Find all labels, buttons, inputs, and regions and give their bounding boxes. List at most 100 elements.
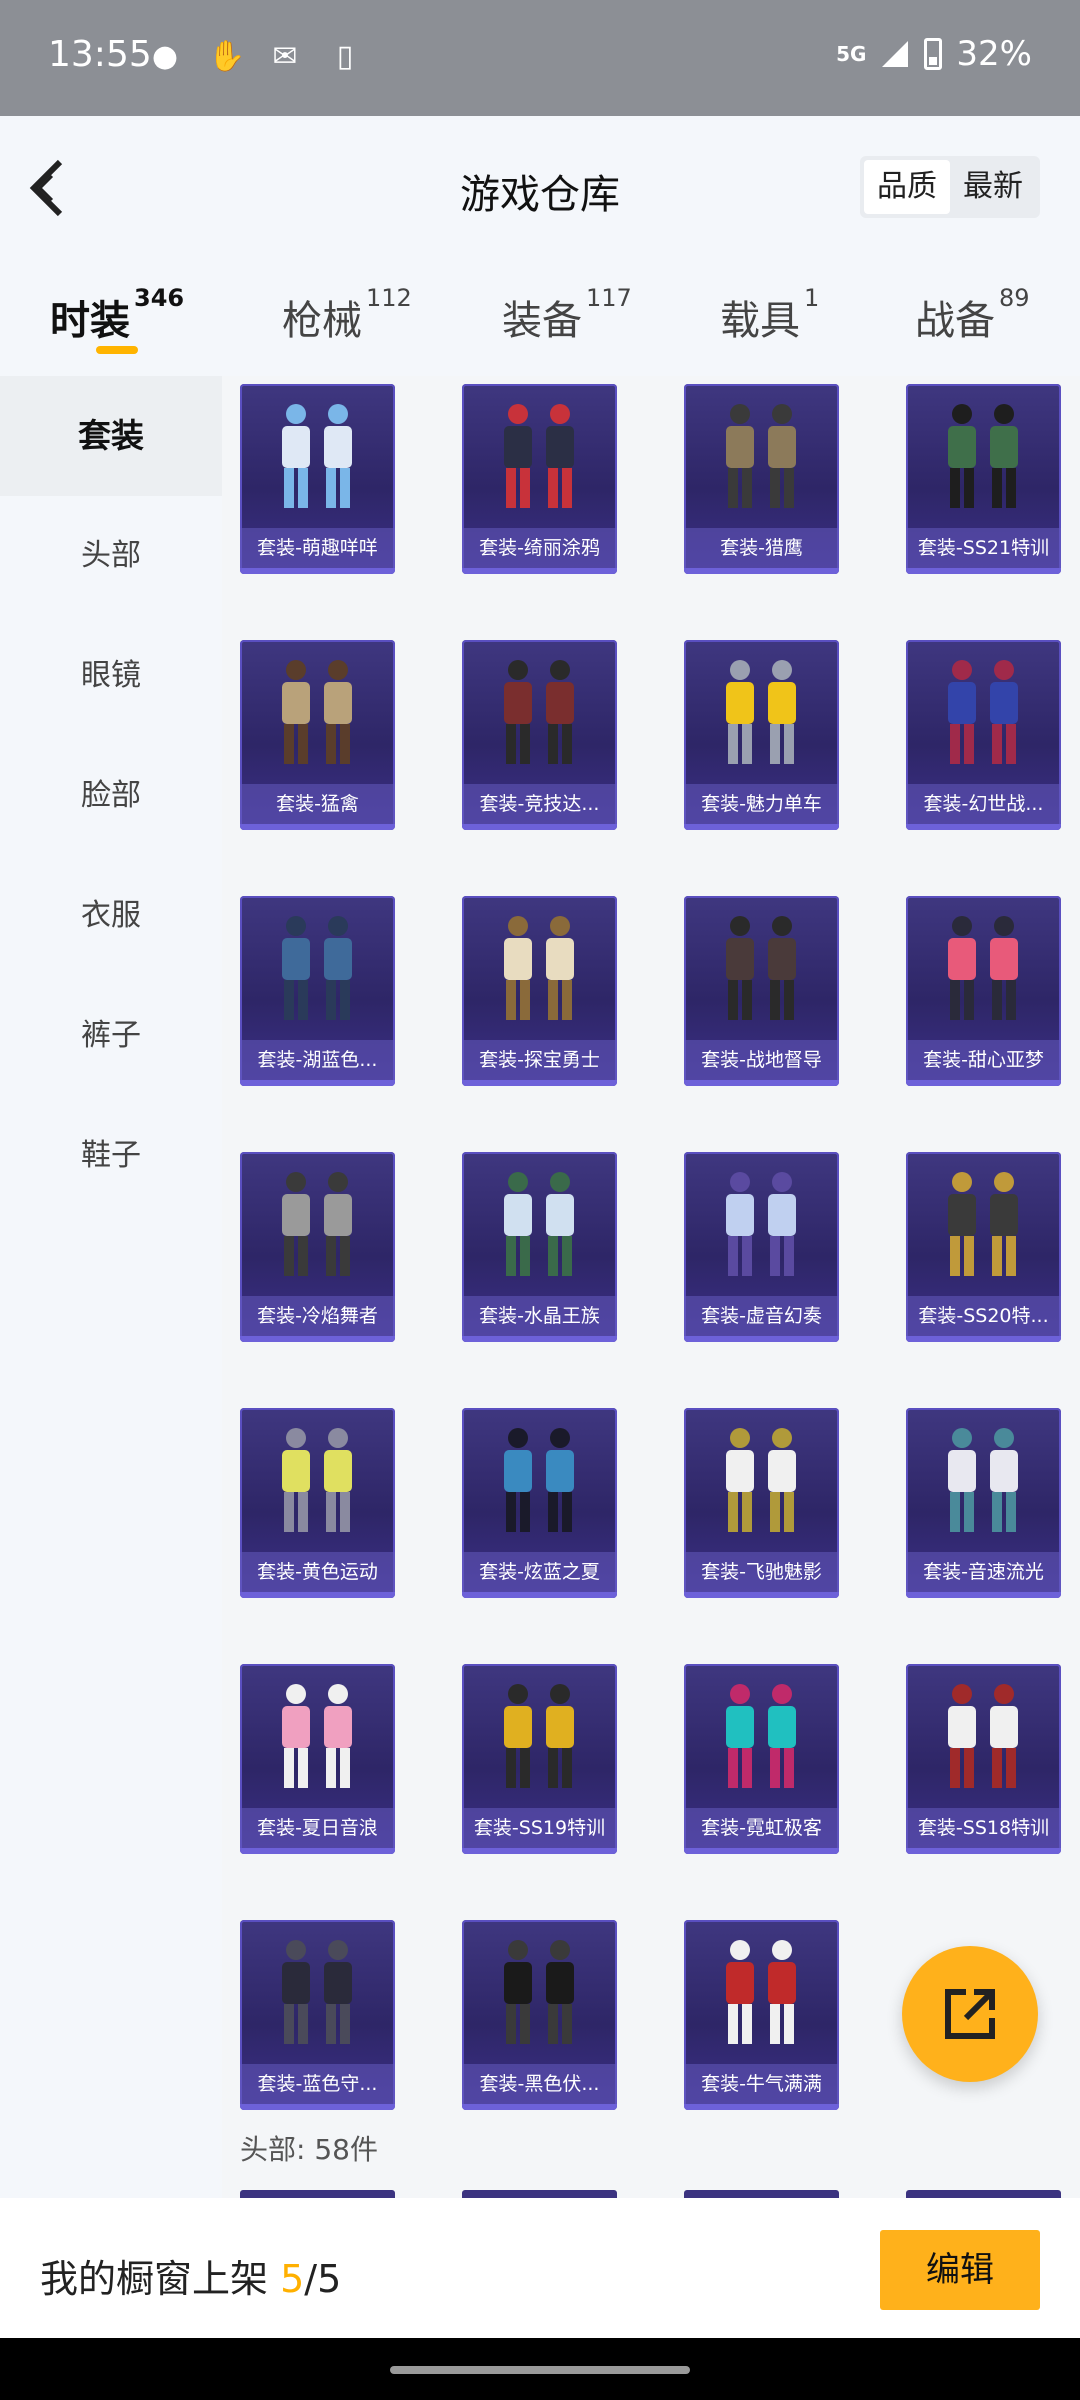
rarity-bar <box>684 1336 839 1342</box>
tab-firearms[interactable]: 枪械 112 <box>282 284 412 346</box>
outfit-thumbnail-icon <box>948 916 1018 1020</box>
item-name: 套装-SS21特训 <box>906 528 1061 568</box>
edit-button[interactable]: 编辑 <box>880 2230 1040 2310</box>
rarity-bar <box>462 568 617 574</box>
item-card[interactable]: 套装-黑色伏... <box>462 1920 617 2110</box>
item-name: 套装-水晶王族 <box>462 1296 617 1336</box>
item-name: 套装-蓝色守... <box>240 2064 395 2104</box>
rarity-bar <box>684 2104 839 2110</box>
tab-label: 装备 <box>502 298 582 344</box>
home-indicator[interactable] <box>390 2366 690 2374</box>
tab-vehicles[interactable]: 载具 1 <box>720 284 819 346</box>
item-card[interactable]: 套装-蓝色守... <box>240 1920 395 2110</box>
item-card[interactable]: 套装-SS19特训 <box>462 1664 617 1854</box>
item-card[interactable]: 套装-SS20特... <box>906 1152 1061 1342</box>
item-card[interactable]: 套装-SS21特训 <box>906 384 1061 574</box>
rarity-bar <box>240 568 395 574</box>
outfit-thumbnail-icon <box>282 404 352 508</box>
network-label: 5G <box>836 42 867 66</box>
outfit-thumbnail-icon <box>282 1684 352 1788</box>
item-name: 套装-湖蓝色... <box>240 1040 395 1080</box>
rarity-bar <box>906 824 1061 830</box>
outfit-thumbnail-icon <box>726 1684 796 1788</box>
item-card[interactable]: 套装-猎鹰 <box>684 384 839 574</box>
showcase-text: 我的橱窗上架 <box>40 2257 269 2301</box>
item-card[interactable]: 套装-战地督导 <box>684 896 839 1086</box>
item-card[interactable]: 套装-魅力单车 <box>684 640 839 830</box>
item-card[interactable]: 套装-水晶王族 <box>462 1152 617 1342</box>
outfit-thumbnail-icon <box>948 1172 1018 1276</box>
navigation-bar <box>0 2338 1080 2400</box>
item-card[interactable]: 套装-SS18特训 <box>906 1664 1061 1854</box>
outfit-thumbnail-icon <box>282 1940 352 2044</box>
rarity-bar <box>240 824 395 830</box>
sidebar: 套装 头部 眼镜 脸部 衣服 裤子 鞋子 <box>0 376 222 2198</box>
item-card[interactable]: 套装-炫蓝之夏 <box>462 1408 617 1598</box>
sort-quality-button[interactable]: 品质 <box>864 160 950 214</box>
rarity-bar <box>906 1592 1061 1598</box>
rarity-bar <box>462 2104 617 2110</box>
item-card[interactable]: 套装-音速流光 <box>906 1408 1061 1598</box>
rarity-bar <box>462 824 617 830</box>
item-card[interactable]: 套装-竞技达... <box>462 640 617 830</box>
sort-toggle: 品质 最新 <box>860 156 1040 218</box>
status-time: 13:55 <box>48 34 152 75</box>
tab-fashion[interactable]: 时装 346 <box>50 284 184 346</box>
item-card[interactable]: 套装-冷焰舞者 <box>240 1152 395 1342</box>
item-card[interactable]: 套装-牛气满满 <box>684 1920 839 2110</box>
item-card[interactable]: 套装-霓虹极客 <box>684 1664 839 1854</box>
rarity-bar <box>462 1080 617 1086</box>
tab-label: 时装 <box>50 298 130 344</box>
hand-icon: ✋ <box>208 39 246 74</box>
item-card[interactable]: 套装-黄色运动 <box>240 1408 395 1598</box>
item-name: 套装-萌趣咩咩 <box>240 528 395 568</box>
sidebar-item-glasses[interactable]: 眼镜 <box>0 646 222 706</box>
rarity-bar <box>684 824 839 830</box>
item-card[interactable]: 套装-探宝勇士 <box>462 896 617 1086</box>
sidebar-item-head[interactable]: 头部 <box>0 526 222 586</box>
tab-supplies[interactable]: 战备 89 <box>915 284 1030 346</box>
sidebar-item-face[interactable]: 脸部 <box>0 766 222 826</box>
sidebar-item-clothes[interactable]: 衣服 <box>0 886 222 946</box>
item-card[interactable]: 套装-夏日音浪 <box>240 1664 395 1854</box>
item-card[interactable]: 套装-绮丽涂鸦 <box>462 384 617 574</box>
item-grid: 套装-萌趣咩咩 套装-绮丽涂鸦 套装-猎鹰 套装-SS21特训套装-猛禽 套装-竞技达.… <box>222 376 1080 2198</box>
item-card[interactable]: 套装-萌趣咩咩 <box>240 384 395 574</box>
outfit-thumbnail-icon <box>726 1172 796 1276</box>
rarity-bar <box>462 1336 617 1342</box>
item-card[interactable]: 套装-猛禽 <box>240 640 395 830</box>
share-button[interactable] <box>902 1946 1038 2082</box>
outfit-thumbnail-icon <box>726 404 796 508</box>
item-name: 套装-绮丽涂鸦 <box>462 528 617 568</box>
item-name: 套装-魅力单车 <box>684 784 839 824</box>
sidebar-item-shoes[interactable]: 鞋子 <box>0 1126 222 1186</box>
outfit-thumbnail-icon <box>726 1428 796 1532</box>
item-name: 套装-黄色运动 <box>240 1552 395 1592</box>
item-card[interactable]: 套装-飞驰魅影 <box>684 1408 839 1598</box>
item-name: 套装-猎鹰 <box>684 528 839 568</box>
rarity-bar <box>906 1848 1061 1854</box>
category-tabs: 时装 346 枪械 112 装备 117 载具 1 战备 89 <box>0 256 1080 376</box>
item-name: 套装-猛禽 <box>240 784 395 824</box>
item-name: 套装-战地督导 <box>684 1040 839 1080</box>
outfit-thumbnail-icon <box>948 660 1018 764</box>
sort-newest-button[interactable]: 最新 <box>950 160 1036 214</box>
showcase-bar: 我的橱窗上架 5/5 编辑 <box>0 2198 1080 2338</box>
sidebar-item-pants[interactable]: 裤子 <box>0 1006 222 1066</box>
item-card[interactable]: 套装-虚音幻奏 <box>684 1152 839 1342</box>
tab-equipment[interactable]: 装备 117 <box>502 284 632 346</box>
sidebar-item-outfit[interactable]: 套装 <box>0 376 222 496</box>
battery-icon <box>924 38 943 70</box>
share-icon <box>945 1989 995 2039</box>
item-card[interactable]: 套装-甜心亚梦 <box>906 896 1061 1086</box>
rarity-bar <box>684 568 839 574</box>
showcase-current: 5 <box>280 2257 305 2301</box>
section-header: 头部: 58件 <box>240 2133 378 2166</box>
item-name: 套装-竞技达... <box>462 784 617 824</box>
outfit-thumbnail-icon <box>504 1428 574 1532</box>
outfit-thumbnail-icon <box>504 1684 574 1788</box>
tab-count: 117 <box>586 284 632 312</box>
item-card[interactable]: 套装-幻世战... <box>906 640 1061 830</box>
outfit-thumbnail-icon <box>504 404 574 508</box>
item-card[interactable]: 套装-湖蓝色... <box>240 896 395 1086</box>
